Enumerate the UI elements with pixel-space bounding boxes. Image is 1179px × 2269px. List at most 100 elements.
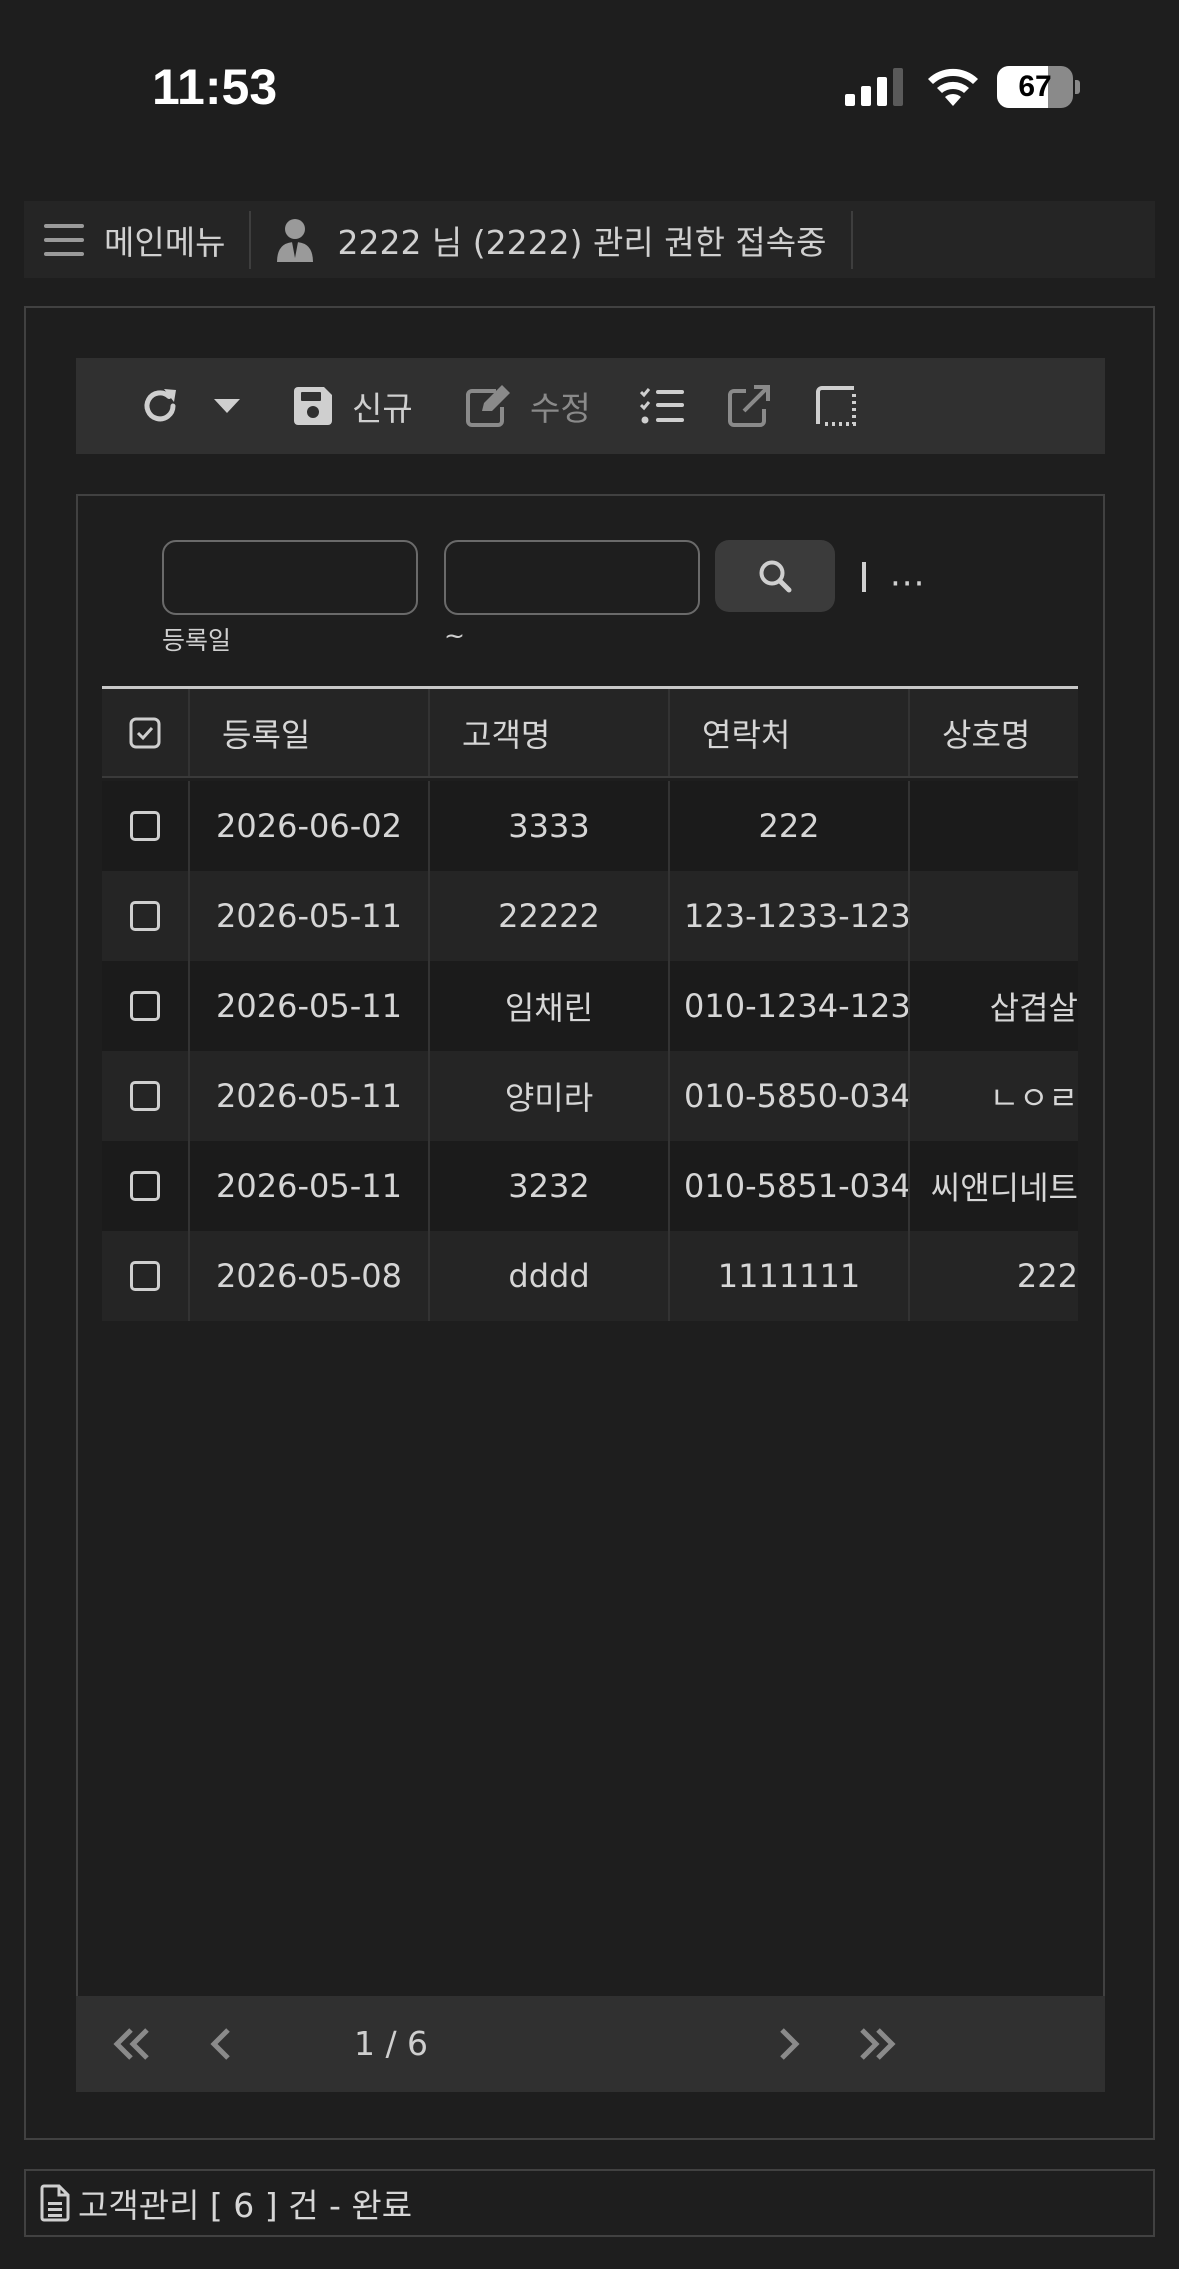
row-checkbox-cell bbox=[102, 1141, 190, 1231]
row-checkbox[interactable] bbox=[130, 991, 160, 1021]
cell-phone: 123-1233-123 bbox=[670, 871, 910, 961]
pager: 1 / 6 bbox=[76, 1996, 1105, 2092]
cell-name: dddd bbox=[430, 1231, 670, 1321]
row-checkbox-cell bbox=[102, 961, 190, 1051]
wifi-icon bbox=[928, 68, 978, 106]
edit-button[interactable]: 수정 bbox=[466, 358, 591, 454]
select-all-cell bbox=[102, 689, 190, 776]
date-from-input[interactable] bbox=[162, 540, 418, 615]
row-checkbox[interactable] bbox=[130, 1081, 160, 1111]
cell-date: 2026-05-11 bbox=[190, 1051, 430, 1141]
row-checkbox-cell bbox=[102, 1231, 190, 1321]
new-label: 신규 bbox=[352, 389, 413, 428]
search-button[interactable] bbox=[715, 540, 835, 612]
user-icon bbox=[277, 218, 314, 262]
content-panel: ··· 등록일 ~ 등록일 고객명 연락처 상호명 2026-06-02 3333… bbox=[76, 494, 1105, 2088]
cell-date: 2026-05-11 bbox=[190, 1141, 430, 1231]
select-area-button[interactable] bbox=[816, 358, 856, 454]
date-to-input[interactable] bbox=[444, 540, 700, 615]
cell-company: 씨앤디네트 bbox=[930, 1169, 1078, 1207]
grid-header: 등록일 고객명 연락처 상호명 bbox=[102, 686, 1078, 778]
user-info: 2222 님 (2222) 관리 권한 접속중 bbox=[251, 201, 850, 278]
cellular-signal-icon bbox=[845, 68, 903, 106]
edit-label: 수정 bbox=[530, 389, 591, 428]
main-menu-button[interactable]: 메인메뉴 bbox=[24, 201, 225, 278]
cell-name: 3232 bbox=[430, 1141, 670, 1231]
row-checkbox-cell bbox=[102, 1051, 190, 1141]
cell-company bbox=[910, 871, 1078, 961]
row-checkbox[interactable] bbox=[130, 1261, 160, 1291]
status-bar: 11:53 67 bbox=[0, 0, 1179, 180]
row-checkbox[interactable] bbox=[130, 1171, 160, 1201]
cell-company: ㄴㅇㄹ bbox=[989, 1079, 1078, 1117]
main-menu-label: 메인메뉴 bbox=[104, 222, 226, 262]
double-chevron-right-icon bbox=[860, 2028, 896, 2060]
battery-level: 67 bbox=[1018, 70, 1052, 103]
row-checkbox[interactable] bbox=[130, 901, 160, 931]
edit-icon bbox=[466, 385, 510, 427]
cell-phone: 010-5851-034 bbox=[670, 1141, 910, 1231]
date-range-separator: ~ bbox=[444, 621, 465, 650]
new-button[interactable]: 신규 bbox=[294, 358, 413, 454]
row-checkbox[interactable] bbox=[130, 811, 160, 841]
last-page-button[interactable] bbox=[836, 1996, 916, 2092]
column-header-date[interactable]: 등록일 bbox=[190, 689, 430, 776]
customer-grid: 등록일 고객명 연락처 상호명 2026-06-02 3333 222 2026-05… bbox=[102, 686, 1078, 1326]
cell-date: 2026-06-02 bbox=[190, 781, 430, 871]
table-row[interactable]: 2026-05-11 임채린 010-1234-123 삽겹살 bbox=[102, 961, 1078, 1051]
cell-date: 2026-05-11 bbox=[190, 871, 430, 961]
refresh-button[interactable] bbox=[140, 358, 180, 454]
battery-icon: 67 bbox=[997, 66, 1080, 108]
select-all-checkbox[interactable] bbox=[129, 717, 161, 749]
save-icon bbox=[294, 387, 332, 425]
cell-name: 양미라 bbox=[430, 1051, 670, 1141]
toolbar: 신규 수정 bbox=[76, 358, 1105, 454]
chevron-right-icon bbox=[780, 2028, 800, 2060]
column-header-name[interactable]: 고객명 bbox=[430, 689, 670, 776]
nav-divider bbox=[850, 210, 853, 269]
hamburger-menu-icon bbox=[44, 223, 84, 256]
caret-down-icon bbox=[214, 399, 240, 413]
table-row[interactable]: 2026-05-08 dddd 1111111 222 bbox=[102, 1231, 1078, 1321]
table-row[interactable]: 2026-05-11 3232 010-5851-034 씨앤디네트 bbox=[102, 1141, 1078, 1231]
checklist-button[interactable] bbox=[640, 358, 684, 454]
table-row[interactable]: 2026-05-11 22222 123-1233-123 bbox=[102, 871, 1078, 961]
status-message: 고객관리 [ 6 ] 건 - 완료 bbox=[78, 2186, 413, 2225]
select-area-icon bbox=[816, 386, 856, 426]
next-page-button[interactable] bbox=[754, 1996, 824, 2092]
cell-date: 2026-05-08 bbox=[190, 1231, 430, 1321]
user-status-label: 2222 님 (2222) 관리 권한 접속중 bbox=[337, 222, 827, 262]
status-footer: 고객관리 [ 6 ] 건 - 완료 bbox=[24, 2169, 1155, 2237]
cell-name: 임채린 bbox=[430, 961, 670, 1051]
row-checkbox-cell bbox=[102, 781, 190, 871]
table-row[interactable]: 2026-05-11 양미라 010-5850-034 ㄴㅇㄹ bbox=[102, 1051, 1078, 1141]
export-button[interactable] bbox=[728, 358, 770, 454]
table-row[interactable]: 2026-06-02 3333 222 bbox=[102, 781, 1078, 871]
refresh-icon bbox=[144, 389, 176, 422]
search-icon bbox=[759, 560, 792, 593]
cell-company: 삽겹살 bbox=[989, 989, 1078, 1027]
main-frame: 신규 수정 ··· 등록일 ~ 등록일 고객명 연락처 상호명 2026-06-… bbox=[24, 306, 1155, 2140]
cell-company bbox=[910, 781, 1078, 871]
document-icon bbox=[40, 2184, 70, 2222]
cell-company: 222 bbox=[1016, 1257, 1078, 1295]
more-options-button[interactable]: ··· bbox=[890, 564, 925, 604]
date-label: 등록일 bbox=[162, 626, 232, 655]
column-header-phone[interactable]: 연락처 bbox=[670, 689, 910, 776]
refresh-dropdown-button[interactable] bbox=[214, 358, 240, 454]
cell-name: 22222 bbox=[430, 871, 670, 961]
cell-phone: 1111111 bbox=[670, 1231, 910, 1321]
cell-name: 3333 bbox=[430, 781, 670, 871]
cell-date: 2026-05-11 bbox=[190, 961, 430, 1051]
row-checkbox-cell bbox=[102, 871, 190, 961]
external-link-icon bbox=[728, 385, 770, 427]
top-nav: 메인메뉴 2222 님 (2222) 관리 권한 접속중 bbox=[24, 201, 1155, 278]
page-indicator: 1 / 6 bbox=[353, 2024, 429, 2063]
checklist-icon bbox=[640, 388, 684, 424]
cell-phone: 010-5850-034 bbox=[670, 1051, 910, 1141]
column-header-company[interactable]: 상호명 bbox=[910, 689, 1078, 776]
search-divider bbox=[862, 562, 866, 592]
cell-phone: 010-1234-123 bbox=[670, 961, 910, 1051]
cell-phone: 222 bbox=[670, 781, 910, 871]
status-time: 11:53 bbox=[152, 59, 278, 115]
